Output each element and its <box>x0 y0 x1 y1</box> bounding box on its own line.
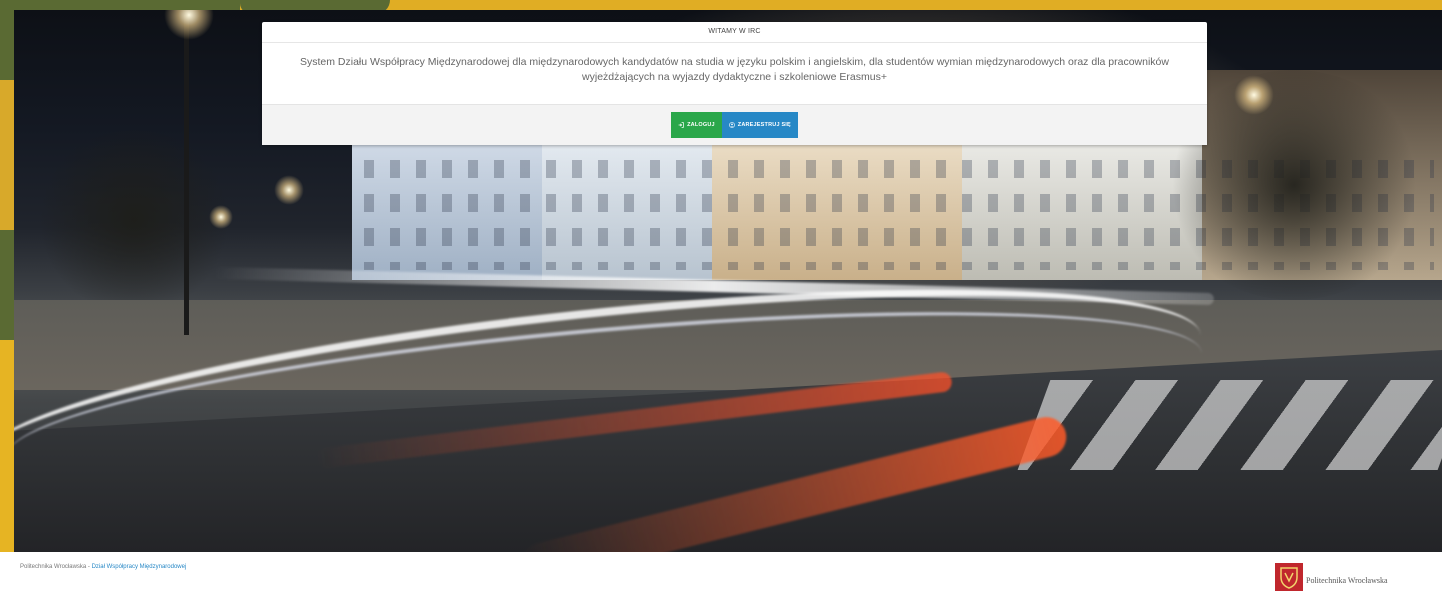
university-logo-icon <box>1275 563 1303 591</box>
footer-org: Politechnika Wrocławska - <box>20 564 92 570</box>
decorative-frame-top <box>0 0 1442 10</box>
footer-department-link[interactable]: Dział Współpracy Międzynarodowej <box>92 564 187 570</box>
street-lamp <box>184 15 189 335</box>
tree <box>34 130 234 310</box>
logo-text: Politechnika Wrocławska <box>1306 576 1388 585</box>
panel-title: WITAMY W IRC <box>262 22 1207 43</box>
lamp-glow <box>164 10 214 40</box>
register-button[interactable]: ZAREJESTRUJ SIĘ <box>721 112 798 138</box>
page-footer: Politechnika Wrocławska - Dział Współpra… <box>0 552 1442 595</box>
panel-actions: ZALOGUJ ZAREJESTRUJ SIĘ <box>262 104 1207 145</box>
footer-copyright: Politechnika Wrocławska - Dział Współpra… <box>20 564 186 570</box>
decorative-frame-left <box>0 0 14 552</box>
welcome-panel: WITAMY W IRC System Działu Współpracy Mi… <box>262 22 1207 145</box>
lamp-glow <box>209 205 233 229</box>
login-button-label: ZALOGUJ <box>687 122 715 128</box>
lamp-glow <box>274 175 304 205</box>
lamp-glow <box>1234 75 1274 115</box>
sign-in-icon <box>678 122 684 128</box>
panel-description: System Działu Współpracy Międzynarodowej… <box>300 56 1169 83</box>
login-button[interactable]: ZALOGUJ <box>671 112 722 138</box>
user-circle-icon <box>728 122 735 128</box>
register-button-label: ZAREJESTRUJ SIĘ <box>737 122 791 128</box>
